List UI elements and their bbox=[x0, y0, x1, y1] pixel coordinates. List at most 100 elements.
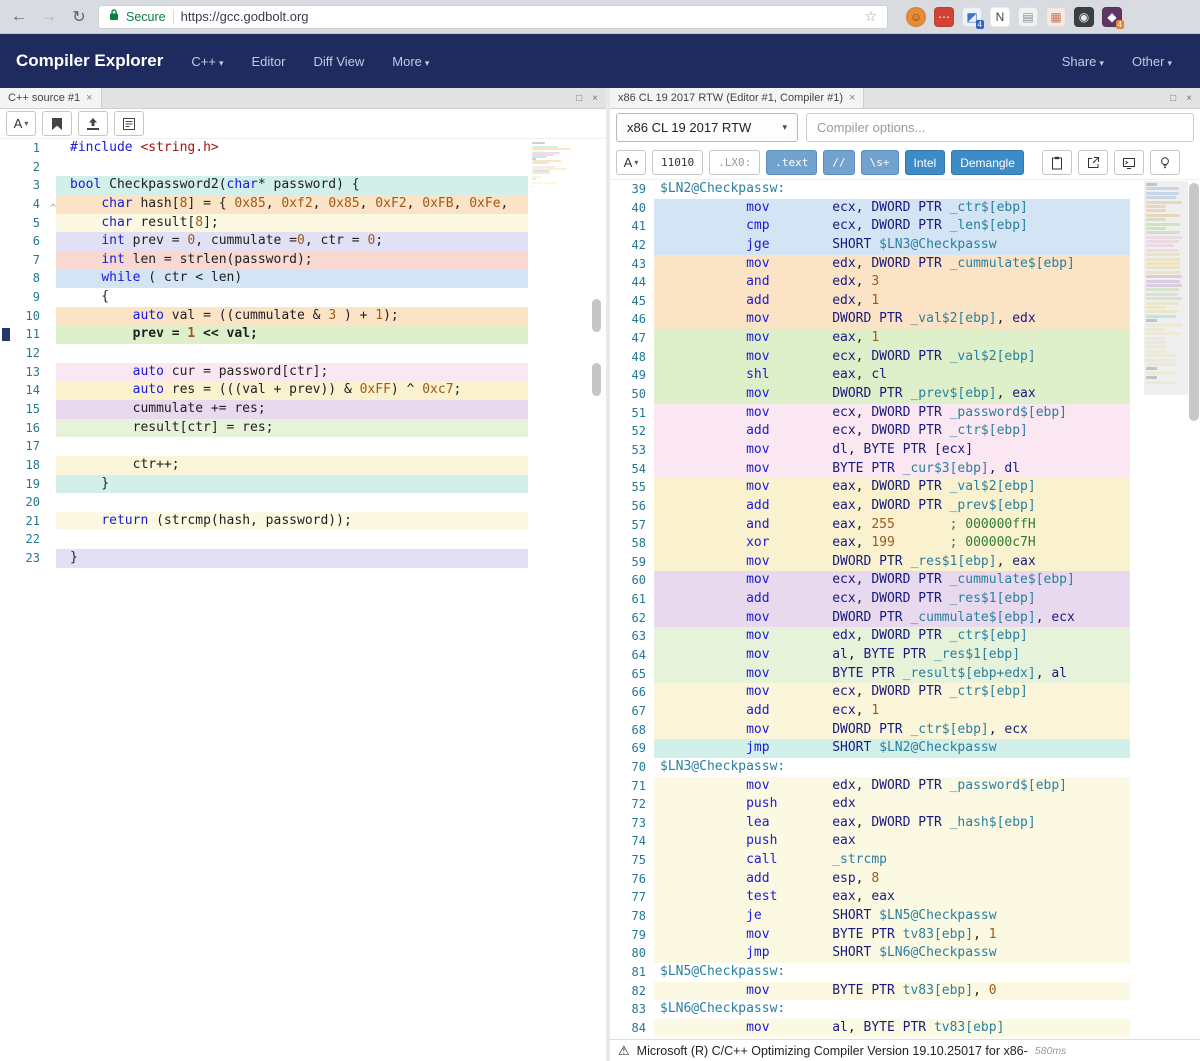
asm-line[interactable]: 71 mov edx, DWORD PTR _password$[ebp] bbox=[610, 777, 1200, 796]
maximize-icon[interactable]: □ bbox=[1170, 93, 1176, 104]
asm-line[interactable]: 48 mov ecx, DWORD PTR _val$2[ebp] bbox=[610, 348, 1200, 367]
directives-filter-button[interactable]: .text bbox=[766, 150, 817, 175]
binary-filter-button[interactable]: 11010 bbox=[652, 150, 703, 175]
asm-line[interactable]: 61 add ecx, DWORD PTR _res$1[ebp] bbox=[610, 590, 1200, 609]
source-line[interactable]: 18 ctr++; bbox=[0, 456, 606, 475]
asm-line[interactable]: 78 je SHORT $LN5@Checkpassw bbox=[610, 907, 1200, 926]
source-line[interactable]: 22 bbox=[0, 530, 606, 549]
source-line[interactable]: 19 } bbox=[0, 475, 606, 494]
source-editor[interactable]: 1#include <string.h>23bool Checkpassword… bbox=[0, 139, 606, 1061]
asm-line[interactable]: 82 mov BYTE PTR tv83[ebp], 0 bbox=[610, 982, 1200, 1001]
asm-line[interactable]: 84 mov al, BYTE PTR tv83[ebp] bbox=[610, 1019, 1200, 1038]
asm-line[interactable]: 69 jmp SHORT $LN2@Checkpassw bbox=[610, 739, 1200, 758]
asm-line[interactable]: 70$LN3@Checkpassw: bbox=[610, 758, 1200, 777]
load-button[interactable] bbox=[78, 111, 108, 136]
labels-filter-button[interactable]: .LX0: bbox=[709, 150, 760, 175]
asm-line[interactable]: 46 mov DWORD PTR _val$2[ebp], edx bbox=[610, 310, 1200, 329]
source-line[interactable]: 4^ char hash[8] = { 0x85, 0xf2, 0x85, 0x… bbox=[0, 195, 606, 214]
source-line[interactable]: 1#include <string.h> bbox=[0, 139, 606, 158]
open-external-button[interactable] bbox=[1078, 150, 1108, 175]
asm-line[interactable]: 72 push edx bbox=[610, 795, 1200, 814]
asm-line[interactable]: 66 mov ecx, DWORD PTR _ctr$[ebp] bbox=[610, 683, 1200, 702]
source-line[interactable]: 14 auto res = (((val + prev)) & 0xFF) ^ … bbox=[0, 381, 606, 400]
save-button[interactable] bbox=[42, 111, 72, 136]
asm-line[interactable]: 62 mov DWORD PTR _cummulate$[ebp], ecx bbox=[610, 609, 1200, 628]
extension-icon-blue-badge[interactable]: ◩4 bbox=[962, 7, 982, 27]
source-line[interactable]: 17 bbox=[0, 437, 606, 456]
output-button[interactable] bbox=[1114, 150, 1144, 175]
nav-item-share[interactable]: Share▾ bbox=[1062, 54, 1104, 69]
asm-line[interactable]: 81$LN5@Checkpassw: bbox=[610, 963, 1200, 982]
close-icon[interactable]: × bbox=[86, 92, 92, 104]
demangle-button[interactable]: Demangle bbox=[951, 150, 1024, 175]
comments-filter-button[interactable]: // bbox=[823, 150, 854, 175]
source-line[interactable]: 7 int len = strlen(password); bbox=[0, 251, 606, 270]
asm-line[interactable]: 51 mov ecx, DWORD PTR _password$[ebp] bbox=[610, 404, 1200, 423]
asm-line[interactable]: 49 shl eax, cl bbox=[610, 366, 1200, 385]
maximize-icon[interactable]: □ bbox=[576, 93, 582, 104]
clipboard-button[interactable] bbox=[1042, 150, 1072, 175]
source-line[interactable]: 20 bbox=[0, 493, 606, 512]
asm-line[interactable]: 42 jge SHORT $LN3@Checkpassw bbox=[610, 236, 1200, 255]
source-line[interactable]: 2 bbox=[0, 158, 606, 177]
extension-icon-dark[interactable]: ◉ bbox=[1074, 7, 1094, 27]
asm-line[interactable]: 80 jmp SHORT $LN6@Checkpassw bbox=[610, 944, 1200, 963]
asm-line[interactable]: 77 test eax, eax bbox=[610, 888, 1200, 907]
nav-item-diff-view[interactable]: Diff View bbox=[313, 54, 364, 69]
close-icon[interactable]: × bbox=[1186, 93, 1192, 104]
tab-source[interactable]: C++ source #1 × bbox=[0, 88, 102, 108]
extension-icon-n[interactable]: N bbox=[990, 7, 1010, 27]
asm-line[interactable]: 53 mov dl, BYTE PTR [ecx] bbox=[610, 441, 1200, 460]
asm-line[interactable]: 45 add edx, 1 bbox=[610, 292, 1200, 311]
source-line[interactable]: 10 auto val = ((cummulate & 3 ) + 1); bbox=[0, 307, 606, 326]
asm-line[interactable]: 67 add ecx, 1 bbox=[610, 702, 1200, 721]
asm-line[interactable]: 47 mov eax, 1 bbox=[610, 329, 1200, 348]
source-line[interactable]: 9 { bbox=[0, 288, 606, 307]
source-line[interactable]: 21 return (strcmp(hash, password)); bbox=[0, 512, 606, 531]
address-bar[interactable]: Secure https://gcc.godbolt.org ☆ bbox=[98, 5, 888, 29]
asm-line[interactable]: 76 add esp, 8 bbox=[610, 870, 1200, 889]
asm-line[interactable]: 52 add ecx, DWORD PTR _ctr$[ebp] bbox=[610, 422, 1200, 441]
forward-icon[interactable]: → bbox=[38, 8, 60, 26]
asm-line[interactable]: 73 lea eax, DWORD PTR _hash$[ebp] bbox=[610, 814, 1200, 833]
asm-line[interactable]: 59 mov DWORD PTR _res$1[ebp], eax bbox=[610, 553, 1200, 572]
source-line[interactable]: 16 result[ctr] = res; bbox=[0, 419, 606, 438]
source-line[interactable]: 15 cummulate += res; bbox=[0, 400, 606, 419]
asm-editor[interactable]: 39$LN2@Checkpassw:40 mov ecx, DWORD PTR … bbox=[610, 180, 1200, 1039]
editor-settings-button[interactable] bbox=[114, 111, 144, 136]
asm-line[interactable]: 65 mov BYTE PTR _result$[ebp+edx], al bbox=[610, 665, 1200, 684]
tab-compiler[interactable]: x86 CL 19 2017 RTW (Editor #1, Compiler … bbox=[610, 88, 864, 108]
close-icon[interactable]: × bbox=[849, 92, 855, 104]
source-line[interactable]: 12 bbox=[0, 344, 606, 363]
asm-line[interactable]: 64 mov al, BYTE PTR _res$1[ebp] bbox=[610, 646, 1200, 665]
asm-line[interactable]: 40 mov ecx, DWORD PTR _ctr$[ebp] bbox=[610, 199, 1200, 218]
nav-item-other[interactable]: Other▾ bbox=[1132, 54, 1172, 69]
extension-icon-smiley[interactable]: ☺ bbox=[906, 7, 926, 27]
asm-line[interactable]: 68 mov DWORD PTR _ctr$[ebp], ecx bbox=[610, 721, 1200, 740]
asm-line[interactable]: 75 call _strcmp bbox=[610, 851, 1200, 870]
asm-line[interactable]: 58 xor eax, 199 ; 000000c7H bbox=[610, 534, 1200, 553]
extension-icon-pink[interactable]: ▦ bbox=[1046, 7, 1066, 27]
asm-line[interactable]: 57 and eax, 255 ; 000000ffH bbox=[610, 516, 1200, 535]
nav-item-c-[interactable]: C++▾ bbox=[191, 54, 223, 69]
source-line[interactable]: 13 auto cur = password[ctr]; bbox=[0, 363, 606, 382]
extension-icon-red[interactable]: ⋯ bbox=[934, 7, 954, 27]
asm-line[interactable]: 39$LN2@Checkpassw: bbox=[610, 180, 1200, 199]
intel-syntax-button[interactable]: Intel bbox=[905, 150, 946, 175]
ideas-button[interactable] bbox=[1150, 150, 1180, 175]
compiler-select[interactable]: x86 CL 19 2017 RTW ▾ bbox=[616, 113, 798, 142]
source-line[interactable]: 5 char result[8]; bbox=[0, 214, 606, 233]
compiler-options-input[interactable] bbox=[806, 113, 1194, 142]
asm-line[interactable]: 60 mov ecx, DWORD PTR _cummulate$[ebp] bbox=[610, 571, 1200, 590]
asm-line[interactable]: 63 mov edx, DWORD PTR _ctr$[ebp] bbox=[610, 627, 1200, 646]
nav-item-editor[interactable]: Editor bbox=[251, 54, 285, 69]
whitespace-filter-button[interactable]: \s+ bbox=[861, 150, 899, 175]
close-icon[interactable]: × bbox=[592, 93, 598, 104]
source-line[interactable]: 23} bbox=[0, 549, 606, 568]
asm-line[interactable]: 55 mov eax, DWORD PTR _val$2[ebp] bbox=[610, 478, 1200, 497]
back-icon[interactable]: ← bbox=[8, 8, 30, 26]
asm-line[interactable]: 43 mov edx, DWORD PTR _cummulate$[ebp] bbox=[610, 255, 1200, 274]
asm-line[interactable]: 44 and edx, 3 bbox=[610, 273, 1200, 292]
font-size-button[interactable]: A ▾ bbox=[6, 111, 36, 136]
extension-icon-purple-badge[interactable]: ◆4 bbox=[1102, 7, 1122, 27]
